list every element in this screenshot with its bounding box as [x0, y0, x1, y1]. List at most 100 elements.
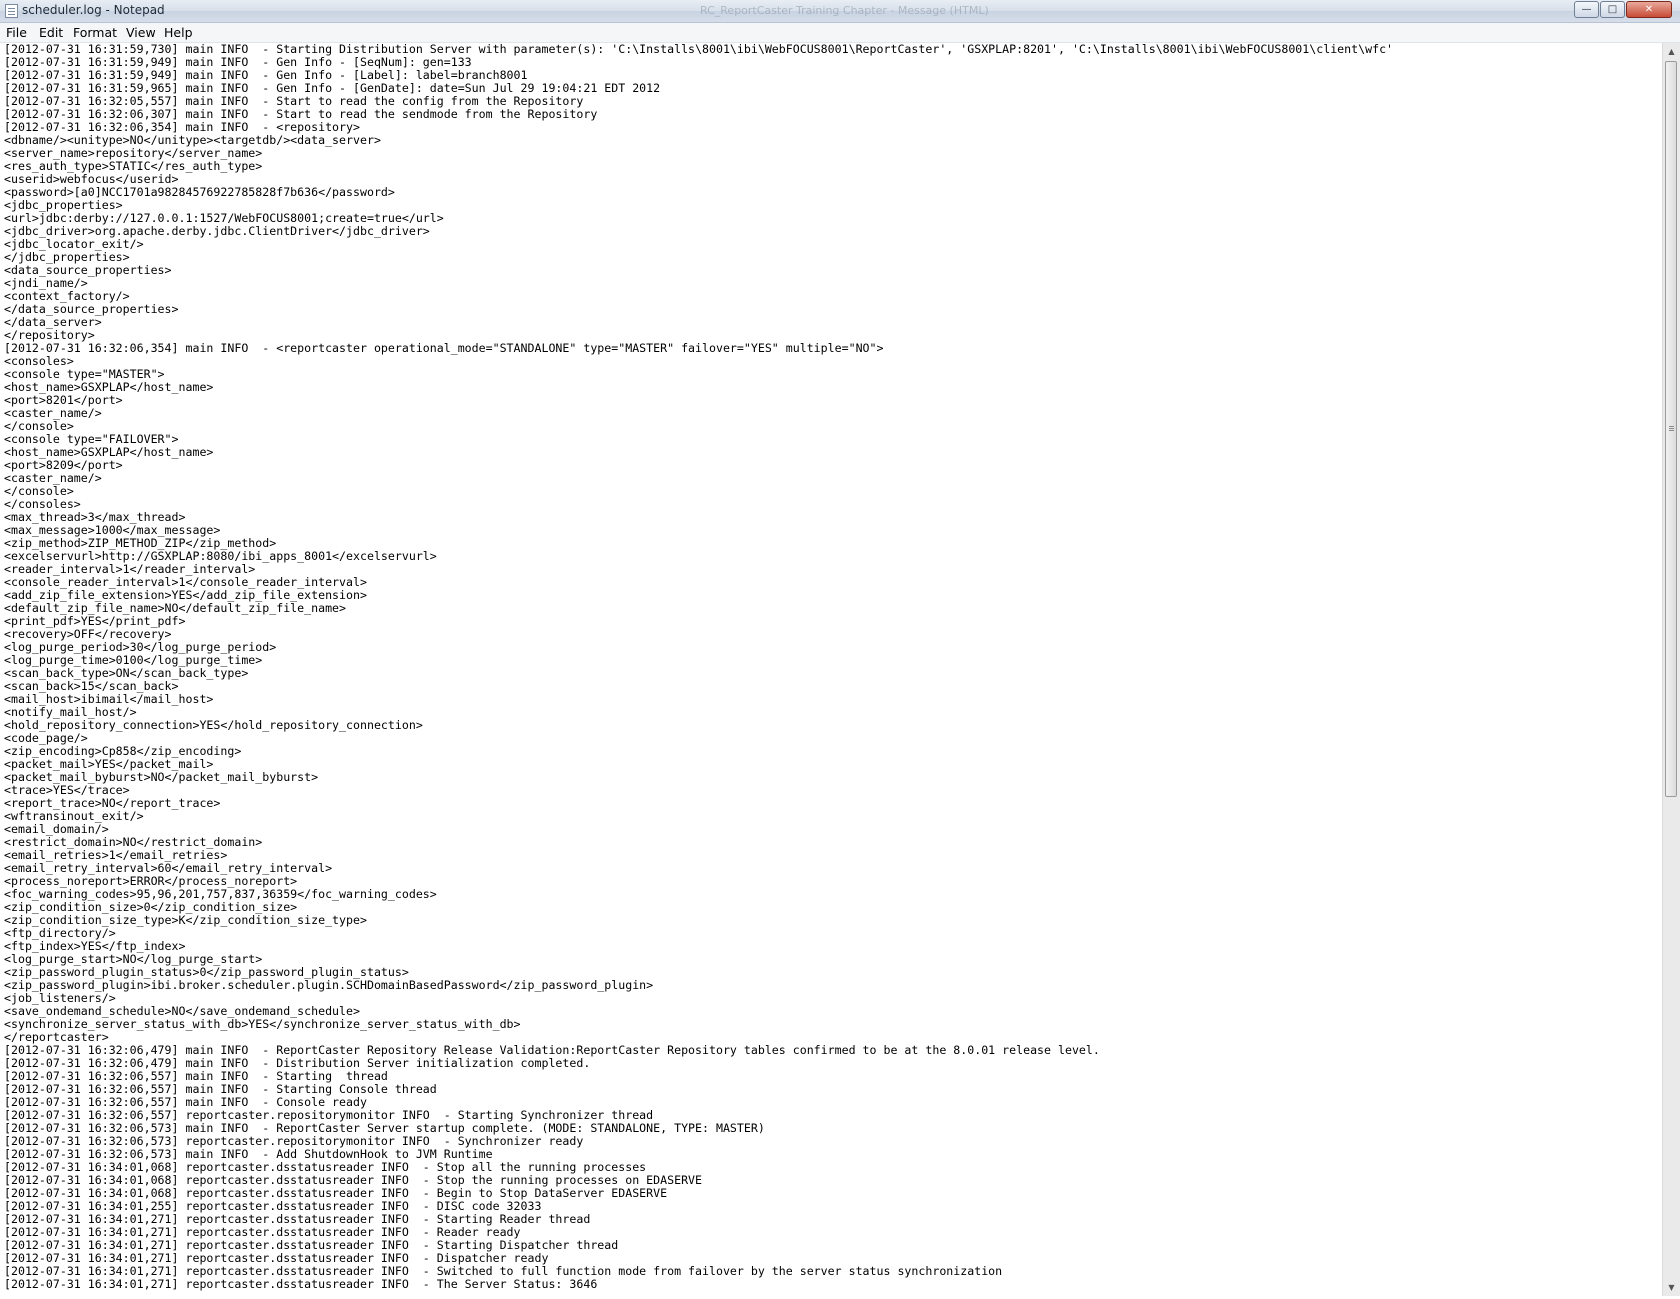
log-line: <data_source_properties> [4, 263, 172, 277]
log-line: <packet_mail>YES</packet_mail> [4, 757, 214, 771]
log-line: </data_server> [4, 315, 102, 329]
log-line: <report_trace>NO</report_trace> [4, 796, 221, 810]
scroll-down-arrow-icon[interactable]: ▼ [1663, 1279, 1680, 1296]
log-line: </jdbc_properties> [4, 250, 130, 264]
menu-help[interactable]: Help [164, 25, 193, 40]
log-line: <synchronize_server_status_with_db>YES</… [4, 1017, 521, 1031]
log-line: <restrict_domain>NO</restrict_domain> [4, 835, 263, 849]
log-line: <foc_warning_codes>95,96,201,757,837,363… [4, 887, 437, 901]
log-line: <res_auth_type>STATIC</res_auth_type> [4, 159, 263, 173]
maximize-button[interactable]: □ [1600, 1, 1625, 18]
log-text[interactable]: [2012-07-31 16:31:59,730] main INFO - St… [0, 43, 1660, 1291]
log-line: </console> [4, 419, 74, 433]
log-line: <process_noreport>ERROR</process_norepor… [4, 874, 298, 888]
log-line: <ftp_directory/> [4, 926, 116, 940]
menu-bar: File Edit Format View Help [0, 23, 1680, 43]
log-line: <jdbc_driver>org.apache.derby.jdbc.Clien… [4, 224, 430, 238]
log-line: <email_domain/> [4, 822, 109, 836]
log-line: [2012-07-31 16:32:06,573] main INFO - Ad… [4, 1147, 493, 1161]
log-line: <port>8201</port> [4, 393, 123, 407]
scroll-up-arrow-icon[interactable]: ▲ [1663, 43, 1680, 60]
log-line: <recovery>OFF</recovery> [4, 627, 172, 641]
log-line: <reader_interval>1</reader_interval> [4, 562, 256, 576]
grip-icon [1669, 426, 1674, 427]
log-line: <zip_password_plugin>ibi.broker.schedule… [4, 978, 654, 992]
log-line: <code_page/> [4, 731, 88, 745]
background-window-title: RC_ReportCaster Training Chapter - Messa… [700, 4, 989, 17]
log-line: <host_name>GSXPLAP</host_name> [4, 445, 214, 459]
menu-format[interactable]: Format [73, 25, 117, 40]
log-line: <email_retry_interval>60</email_retry_in… [4, 861, 333, 875]
log-line: <max_thread>3</max_thread> [4, 510, 186, 524]
log-line: <caster_name/> [4, 471, 102, 485]
log-line: <consoles> [4, 354, 74, 368]
menu-view[interactable]: View [126, 25, 156, 40]
log-line: <server_name>repository</server_name> [4, 146, 263, 160]
window-title: scheduler.log - Notepad [22, 3, 165, 17]
log-line: <userid>webfocus</userid> [4, 172, 179, 186]
log-line: </console> [4, 484, 74, 498]
log-line: <password>[a0]NCC1701a98284576922785828f… [4, 185, 395, 199]
log-line: <max_message>1000</max_message> [4, 523, 221, 537]
log-line: <console type="MASTER"> [4, 367, 165, 381]
log-line: <email_retries>1</email_retries> [4, 848, 228, 862]
log-line: [2012-07-31 16:34:01,255] reportcaster.d… [4, 1199, 542, 1213]
log-line: [2012-07-31 16:31:59,949] main INFO - Ge… [4, 68, 528, 82]
log-line: [2012-07-31 16:34:01,068] reportcaster.d… [4, 1186, 668, 1200]
log-line: <ftp_index>YES</ftp_index> [4, 939, 186, 953]
log-line: <dbname/><unitype>NO</unitype><targetdb/… [4, 133, 381, 147]
log-line: <packet_mail_byburst>NO</packet_mail_byb… [4, 770, 319, 784]
log-line: <log_purge_time>0100</log_purge_time> [4, 653, 263, 667]
log-line: [2012-07-31 16:34:01,068] reportcaster.d… [4, 1173, 703, 1187]
log-line: [2012-07-31 16:32:06,479] main INFO - Re… [4, 1043, 1100, 1057]
log-line: [2012-07-31 16:32:06,354] main INFO - <r… [4, 341, 884, 355]
log-line: <zip_condition_size>0</zip_condition_siz… [4, 900, 298, 914]
log-line: <url>jdbc:derby://127.0.0.1:1527/WebFOCU… [4, 211, 444, 225]
log-line: [2012-07-31 16:32:06,557] reportcaster.r… [4, 1108, 654, 1122]
log-line: <hold_repository_connection>YES</hold_re… [4, 718, 423, 732]
menu-file[interactable]: File [6, 25, 27, 40]
log-line: <zip_encoding>Cp858</zip_encoding> [4, 744, 242, 758]
log-line: [2012-07-31 16:34:01,271] reportcaster.d… [4, 1264, 1003, 1278]
log-line: [2012-07-31 16:34:01,271] reportcaster.d… [4, 1277, 598, 1291]
log-line: <port>8209</port> [4, 458, 123, 472]
log-line: <add_zip_file_extension>YES</add_zip_fil… [4, 588, 367, 602]
log-line: [2012-07-31 16:32:06,557] main INFO - Co… [4, 1095, 367, 1109]
title-bar[interactable]: scheduler.log - Notepad RC_ReportCaster … [0, 0, 1680, 23]
log-line: [2012-07-31 16:34:01,271] reportcaster.d… [4, 1225, 521, 1239]
log-line: <print_pdf>YES</print_pdf> [4, 614, 186, 628]
log-line: <log_purge_start>NO</log_purge_start> [4, 952, 263, 966]
log-line: [2012-07-31 16:32:06,307] main INFO - St… [4, 107, 598, 121]
log-line: <excelservurl>http://GSXPLAP:8080/ibi_ap… [4, 549, 437, 563]
notepad-icon [5, 4, 18, 18]
log-line: [2012-07-31 16:32:06,354] main INFO - <r… [4, 120, 360, 134]
close-button[interactable]: ✕ [1626, 1, 1672, 18]
log-line: <zip_method>ZIP_METHOD_ZIP</zip_method> [4, 536, 277, 550]
menu-edit[interactable]: Edit [39, 25, 63, 40]
scrollbar-thumb[interactable] [1665, 61, 1677, 797]
log-line: <jndi_name/> [4, 276, 88, 290]
log-line: <job_listeners/> [4, 991, 116, 1005]
text-editor-area[interactable]: [2012-07-31 16:31:59,730] main INFO - St… [0, 43, 1660, 1296]
log-line: <jdbc_properties> [4, 198, 123, 212]
log-line: <caster_name/> [4, 406, 102, 420]
log-line: <mail_host>ibimail</mail_host> [4, 692, 214, 706]
log-line: [2012-07-31 16:31:59,965] main INFO - Ge… [4, 81, 661, 95]
minimize-button[interactable]: — [1574, 1, 1599, 18]
log-line: <scan_back_type>ON</scan_back_type> [4, 666, 249, 680]
log-line: <trace>YES</trace> [4, 783, 130, 797]
log-line: <notify_mail_host/> [4, 705, 137, 719]
log-line: [2012-07-31 16:32:05,557] main INFO - St… [4, 94, 584, 108]
log-line: <host_name>GSXPLAP</host_name> [4, 380, 214, 394]
log-line: <default_zip_file_name>NO</default_zip_f… [4, 601, 347, 615]
log-line: <log_purge_period>30</log_purge_period> [4, 640, 277, 654]
log-line: <jdbc_locator_exit/> [4, 237, 144, 251]
log-line: </data_source_properties> [4, 302, 179, 316]
vertical-scrollbar[interactable]: ▲ ▼ [1662, 43, 1680, 1296]
log-line: [2012-07-31 16:34:01,271] reportcaster.d… [4, 1251, 549, 1265]
log-line: [2012-07-31 16:34:01,271] reportcaster.d… [4, 1212, 591, 1226]
log-line: [2012-07-31 16:32:06,573] main INFO - Re… [4, 1121, 765, 1135]
log-line: <save_ondemand_schedule>NO</save_ondeman… [4, 1004, 360, 1018]
log-line: <wftransinout_exit/> [4, 809, 144, 823]
log-line: [2012-07-31 16:32:06,479] main INFO - Di… [4, 1056, 591, 1070]
